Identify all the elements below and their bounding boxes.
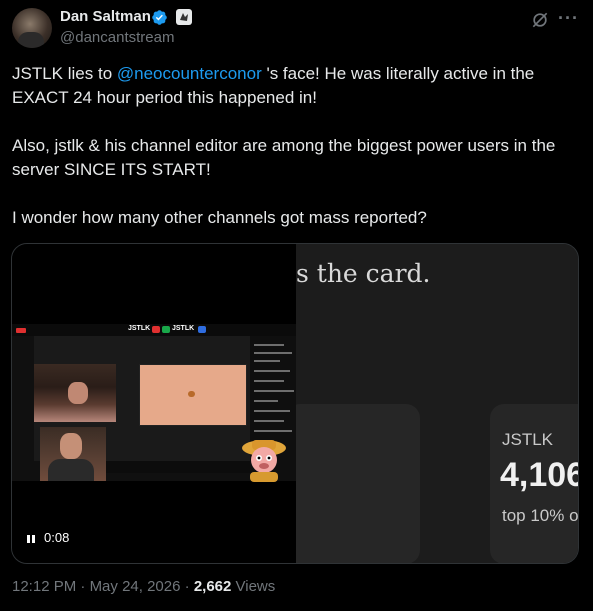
video-time: 0:08: [44, 530, 70, 545]
game-window: [139, 364, 247, 426]
chat-line: [254, 390, 294, 392]
affiliate-badge-icon[interactable]: [176, 9, 192, 25]
tweet-meta: 12:12 PM · May 24, 2026 · 2,662 Views: [12, 578, 275, 595]
game-sprite: [188, 391, 195, 397]
stat-card: [286, 404, 420, 563]
post-date[interactable]: May 24, 2026: [90, 578, 181, 595]
brand-chip-icon: [198, 326, 206, 333]
avatar[interactable]: [12, 8, 52, 48]
video-frame-right: s the card. JSTLK 4,106 top 10% of: [286, 244, 579, 563]
webcam-2: [40, 427, 106, 481]
webcam-1: [34, 364, 116, 422]
tweet-text: JSTLK lies to @neocounterconor 's face! …: [12, 62, 582, 254]
face: [60, 433, 82, 459]
post-time[interactable]: 12:12 PM: [12, 578, 76, 595]
chat-line: [254, 410, 290, 412]
video-player[interactable]: s the card. JSTLK 4,106 top 10% of JSTLK…: [11, 243, 579, 564]
grok-icon[interactable]: [530, 10, 550, 30]
stream-topbar: JSTLK JSTLK: [12, 324, 296, 336]
brand-chip-icon: [162, 326, 170, 333]
stat-name: JSTLK: [502, 430, 554, 449]
card-caption: s the card.: [296, 259, 431, 288]
author-handle[interactable]: @dancantstream: [60, 29, 174, 46]
chat-line: [254, 380, 284, 382]
stream-screenshot: JSTLK JSTLK: [12, 324, 296, 482]
chat-line: [254, 400, 278, 402]
stream-brand: JSTLK: [172, 325, 195, 332]
chat-line: [254, 430, 292, 432]
verified-badge-icon: [152, 10, 167, 25]
mascot-image: [242, 440, 286, 482]
tweet-paragraph: I wonder how many other channels got mas…: [12, 208, 427, 227]
stream-brand: JSTLK: [128, 325, 151, 332]
views-count: 2,662: [193, 578, 232, 595]
brand-chip-icon: [152, 326, 160, 333]
video-frame-left: JSTLK JSTLK 0:08: [12, 244, 296, 563]
tweet-paragraph: Also, jstlk & his channel editor are amo…: [12, 136, 556, 179]
separator: ·: [180, 578, 194, 595]
shirt: [48, 459, 94, 481]
tweet-text-segment: JSTLK lies to: [12, 64, 117, 83]
chat-line: [254, 370, 290, 372]
face: [68, 382, 88, 404]
separator: ·: [76, 578, 90, 595]
author-name[interactable]: Dan Saltman: [60, 8, 151, 25]
views-label: Views: [231, 578, 276, 595]
youtube-logo-icon: [16, 328, 26, 333]
stat-subtitle: top 10% of: [502, 506, 579, 525]
more-icon[interactable]: ···: [558, 8, 579, 29]
chat-line: [254, 420, 284, 422]
tweet-paragraph: JSTLK lies to @neocounterconor 's face! …: [12, 62, 582, 110]
chat-line: [254, 352, 292, 354]
pause-icon[interactable]: [26, 533, 36, 545]
chat-line: [254, 360, 280, 362]
stream-bottom-bar: [106, 461, 250, 473]
stat-card: JSTLK 4,106 top 10% of: [490, 404, 579, 563]
chat-line: [254, 344, 284, 346]
stat-number: 4,106: [500, 456, 579, 494]
mention-link[interactable]: @neocounterconor: [117, 64, 262, 83]
